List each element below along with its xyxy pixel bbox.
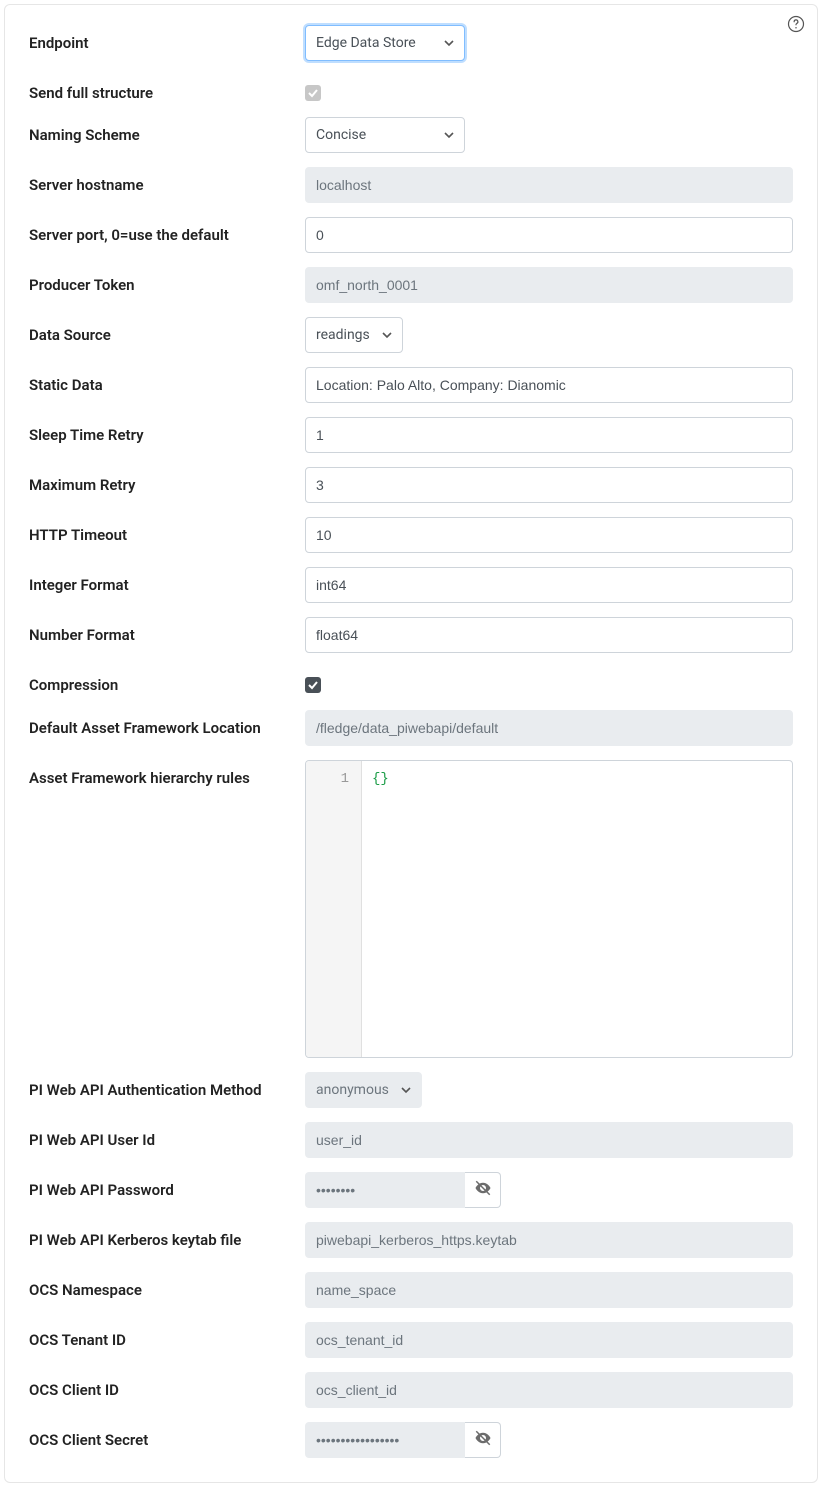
chevron-down-icon	[382, 330, 392, 340]
send-full-structure-checkbox	[305, 85, 321, 101]
sleep-time-retry-input[interactable]	[305, 417, 793, 453]
number-format-label: Number Format	[29, 617, 305, 645]
ocs-client-secret-label: OCS Client Secret	[29, 1422, 305, 1450]
integer-format-label: Integer Format	[29, 567, 305, 595]
piwebapi-user-id-input	[305, 1122, 793, 1158]
piwebapi-password-reveal-button[interactable]	[465, 1172, 501, 1208]
piwebapi-keytab-label: PI Web API Kerberos keytab file	[29, 1222, 305, 1250]
integer-format-input[interactable]	[305, 567, 793, 603]
compression-checkbox[interactable]	[305, 677, 321, 693]
producer-token-label: Producer Token	[29, 267, 305, 295]
ocs-client-id-label: OCS Client ID	[29, 1372, 305, 1400]
chevron-down-icon	[401, 1085, 411, 1095]
config-panel: Endpoint Edge Data Store Send full struc…	[4, 4, 818, 1483]
server-port-input[interactable]	[305, 217, 793, 253]
server-hostname-label: Server hostname	[29, 167, 305, 195]
piwebapi-keytab-input	[305, 1222, 793, 1258]
chevron-down-icon	[444, 38, 454, 48]
naming-scheme-value: Concise	[316, 127, 366, 143]
piwebapi-user-id-label: PI Web API User Id	[29, 1122, 305, 1150]
piwebapi-password-input	[305, 1172, 465, 1208]
ocs-client-id-input	[305, 1372, 793, 1408]
editor-content[interactable]: {}	[362, 761, 792, 1057]
number-format-input[interactable]	[305, 617, 793, 653]
endpoint-select-value: Edge Data Store	[316, 35, 416, 51]
data-source-value: readings	[316, 327, 370, 343]
server-hostname-input	[305, 167, 793, 203]
editor-gutter: 1	[306, 761, 362, 1057]
piwebapi-auth-method-select: anonymous	[305, 1072, 422, 1108]
static-data-input[interactable]	[305, 367, 793, 403]
endpoint-label: Endpoint	[29, 25, 305, 53]
piwebapi-password-label: PI Web API Password	[29, 1172, 305, 1200]
default-af-location-input	[305, 710, 793, 746]
send-full-structure-label: Send full structure	[29, 75, 305, 103]
help-icon[interactable]	[787, 15, 805, 33]
naming-scheme-label: Naming Scheme	[29, 117, 305, 145]
chevron-down-icon	[444, 130, 454, 140]
af-hierarchy-rules-editor[interactable]: 1 {}	[305, 760, 793, 1058]
piwebapi-auth-method-label: PI Web API Authentication Method	[29, 1072, 305, 1100]
ocs-namespace-input	[305, 1272, 793, 1308]
data-source-label: Data Source	[29, 317, 305, 345]
http-timeout-label: HTTP Timeout	[29, 517, 305, 545]
ocs-tenant-id-input	[305, 1322, 793, 1358]
data-source-select[interactable]: readings	[305, 317, 403, 353]
naming-scheme-select[interactable]: Concise	[305, 117, 465, 153]
piwebapi-auth-method-value: anonymous	[316, 1082, 389, 1098]
producer-token-input	[305, 267, 793, 303]
endpoint-select[interactable]: Edge Data Store	[305, 25, 465, 61]
server-port-label: Server port, 0=use the default	[29, 217, 305, 245]
maximum-retry-label: Maximum Retry	[29, 467, 305, 495]
default-af-location-label: Default Asset Framework Location	[29, 710, 305, 738]
eye-off-icon	[474, 1179, 492, 1201]
editor-line-number: 1	[306, 771, 349, 787]
maximum-retry-input[interactable]	[305, 467, 793, 503]
ocs-tenant-id-label: OCS Tenant ID	[29, 1322, 305, 1350]
eye-off-icon	[474, 1429, 492, 1451]
sleep-time-retry-label: Sleep Time Retry	[29, 417, 305, 445]
ocs-namespace-label: OCS Namespace	[29, 1272, 305, 1300]
ocs-client-secret-reveal-button[interactable]	[465, 1422, 501, 1458]
af-hierarchy-rules-label: Asset Framework hierarchy rules	[29, 760, 305, 788]
ocs-client-secret-input	[305, 1422, 465, 1458]
static-data-label: Static Data	[29, 367, 305, 395]
compression-label: Compression	[29, 667, 305, 695]
http-timeout-input[interactable]	[305, 517, 793, 553]
